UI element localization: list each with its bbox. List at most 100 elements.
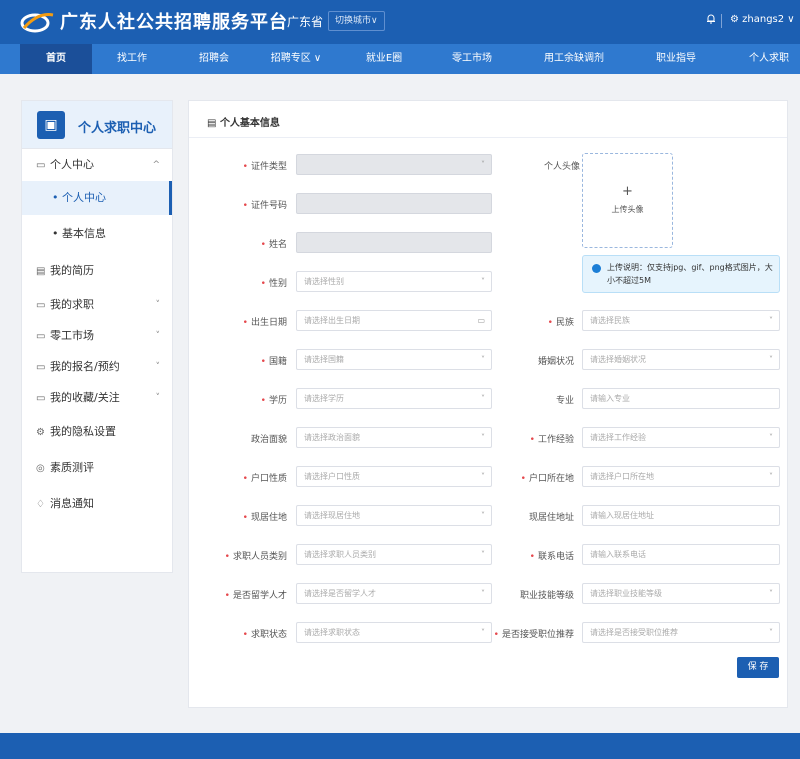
- folder-icon: ▭: [36, 362, 46, 373]
- label-text: 姓名: [268, 240, 287, 250]
- residence-select[interactable]: 请选择现居住地 ˅: [296, 505, 492, 526]
- field-label-address: 现居住地址: [528, 513, 574, 523]
- sidebar-item-favorites[interactable]: ▭ 我的收藏/关注 ˅: [22, 382, 172, 414]
- placeholder: 请选择现居住地: [304, 511, 360, 520]
- address-input[interactable]: 请输入现居住地址: [582, 505, 780, 526]
- bell-icon[interactable]: [706, 13, 716, 27]
- sidebar-item-privacy[interactable]: ⚙ 我的隐私设置: [22, 416, 172, 448]
- top-header: 广东人社公共招聘服务平台 广东省 切换城市∨ ⚙ zhangs2 ∨: [0, 0, 800, 44]
- chevron-down-icon: ˅: [481, 628, 485, 637]
- chevron-down-icon: ˅: [769, 628, 773, 637]
- province-label: 广东省: [287, 15, 324, 29]
- switch-city-button[interactable]: 切换城市∨: [328, 11, 385, 31]
- birthdate-picker[interactable]: 请选择出生日期 ▭: [296, 310, 492, 331]
- nav-recruit-zone[interactable]: 招聘专区 ∨: [258, 44, 334, 74]
- ethnicity-select[interactable]: 请选择民族 ˅: [582, 310, 780, 331]
- field-label-gender: • 性别: [261, 276, 287, 289]
- folder-icon: ▭: [36, 300, 46, 311]
- chevron-down-icon: ˅: [769, 589, 773, 598]
- placeholder: 请选择国籍: [304, 355, 344, 364]
- required-mark: •: [260, 357, 266, 367]
- sidebar-subitem-personal-center[interactable]: • 个人中心: [22, 181, 172, 215]
- chevron-down-icon: ˅: [481, 355, 485, 364]
- field-label-residence: • 现居住地: [243, 510, 287, 523]
- field-label-job-status: • 求职状态: [243, 627, 287, 640]
- sidebar-subitem-basic-info[interactable]: • 基本信息: [22, 217, 172, 251]
- seeker-category-select[interactable]: 请选择求职人员类别 ˅: [296, 544, 492, 565]
- gear-icon: ⚙: [36, 427, 45, 438]
- placeholder: 请输入联系电话: [590, 550, 646, 559]
- placeholder: 请选择性别: [304, 277, 344, 286]
- field-label-education: • 学历: [261, 393, 287, 406]
- required-mark: •: [242, 630, 248, 640]
- document-icon: ▤: [207, 118, 217, 129]
- document-icon: ▤: [36, 266, 46, 277]
- divider: [721, 14, 722, 28]
- field-label-skill-level: 职业技能等级: [519, 591, 574, 601]
- placeholder: 请选择出生日期: [304, 316, 360, 325]
- chevron-down-icon: ˅: [481, 550, 485, 559]
- required-mark: •: [260, 396, 266, 406]
- footer: [0, 733, 800, 759]
- sidebar-item-my-job-search[interactable]: ▭ 我的求职 ˅: [22, 289, 172, 321]
- nav-employment-circle[interactable]: 就业E圈: [348, 44, 420, 74]
- chevron-down-icon: ˅: [155, 331, 161, 341]
- nav-home[interactable]: 首页: [20, 44, 92, 74]
- label-text: 工作经验: [537, 435, 574, 445]
- skill-level-select[interactable]: 请选择职业技能等级 ˅: [582, 583, 780, 604]
- save-button[interactable]: 保 存: [737, 657, 779, 678]
- gender-select[interactable]: 请选择性别 ˅: [296, 271, 492, 292]
- sidebar-item-notifications[interactable]: ♢ 消息通知: [22, 488, 172, 520]
- field-label-hukou-type: • 户口性质: [243, 471, 287, 484]
- sidebar-item-personal-center[interactable]: ▭ 个人中心 ^: [22, 149, 172, 181]
- placeholder: 请选择工作经验: [590, 433, 646, 442]
- folder-icon: ▭: [36, 331, 46, 342]
- label-text: 是否接受职位推荐: [501, 630, 574, 640]
- field-label-birthdate: • 出生日期: [243, 315, 287, 328]
- required-mark: •: [260, 279, 266, 289]
- work-experience-select[interactable]: 请选择工作经验 ˅: [582, 427, 780, 448]
- user-menu[interactable]: ⚙ zhangs2 ∨: [730, 14, 795, 25]
- education-select[interactable]: 请选择学历 ˅: [296, 388, 492, 409]
- accept-recommend-select[interactable]: 请选择是否接受职位推荐 ˅: [582, 622, 780, 643]
- nav-find-job[interactable]: 找工作: [96, 44, 168, 74]
- label-text: 性别: [268, 279, 287, 289]
- panel-title: ▤ 个人基本信息: [207, 114, 280, 129]
- site-title: 广东人社公共招聘服务平台: [60, 12, 288, 33]
- hukou-location-select[interactable]: 请选择户口所在地 ˅: [582, 466, 780, 487]
- hukou-type-select[interactable]: 请选择户口性质 ˅: [296, 466, 492, 487]
- placeholder: 请选择职业技能等级: [590, 589, 662, 598]
- sidebar-item-registrations[interactable]: ▭ 我的报名/预约 ˅: [22, 351, 172, 383]
- field-label-accept-recommend: • 是否接受职位推荐: [494, 627, 574, 640]
- chevron-down-icon: ˅: [481, 160, 485, 169]
- sidebar-item-resume[interactable]: ▤ 我的简历: [22, 255, 172, 287]
- divider: [189, 137, 787, 138]
- field-label-political-status: 政治面貌: [250, 435, 287, 445]
- chevron-down-icon: ˅: [769, 472, 773, 481]
- chevron-down-icon: ˅: [481, 277, 485, 286]
- nav-job-fair[interactable]: 招聘会: [178, 44, 250, 74]
- nav-career-guide[interactable]: 职业指导: [640, 44, 712, 74]
- avatar-upload[interactable]: + 上传头像: [582, 153, 673, 248]
- field-label-major: 专业: [555, 396, 574, 406]
- nav-labor-adjust[interactable]: 用工余缺调剂: [532, 44, 616, 74]
- bell-icon: ♢: [36, 499, 45, 510]
- chevron-down-icon: ˅: [481, 472, 485, 481]
- marital-status-select[interactable]: 请选择婚姻状况 ˅: [582, 349, 780, 370]
- phone-input[interactable]: 请输入联系电话: [582, 544, 780, 565]
- required-mark: •: [242, 162, 248, 172]
- required-mark: •: [242, 474, 248, 484]
- field-label-work-experience: • 工作经验: [530, 432, 574, 445]
- sidebar-item-assessment[interactable]: ◎ 素质测评: [22, 452, 172, 484]
- nav-gig-market[interactable]: 零工市场: [434, 44, 510, 74]
- overseas-talent-select[interactable]: 请选择是否留学人才 ˅: [296, 583, 492, 604]
- sidebar-item-gig-market[interactable]: ▭ 零工市场 ˅: [22, 320, 172, 352]
- political-status-select[interactable]: 请选择政治面貌 ˅: [296, 427, 492, 448]
- major-input[interactable]: 请输入专业: [582, 388, 780, 409]
- sidebar-item-label: 我的求职: [50, 298, 94, 311]
- placeholder: 请选择学历: [304, 394, 344, 403]
- job-status-select[interactable]: 请选择求职状态 ˅: [296, 622, 492, 643]
- placeholder: 请选择是否接受职位推荐: [590, 628, 678, 637]
- nationality-select[interactable]: 请选择国籍 ˅: [296, 349, 492, 370]
- nav-personal-job[interactable]: 个人求职: [738, 44, 800, 74]
